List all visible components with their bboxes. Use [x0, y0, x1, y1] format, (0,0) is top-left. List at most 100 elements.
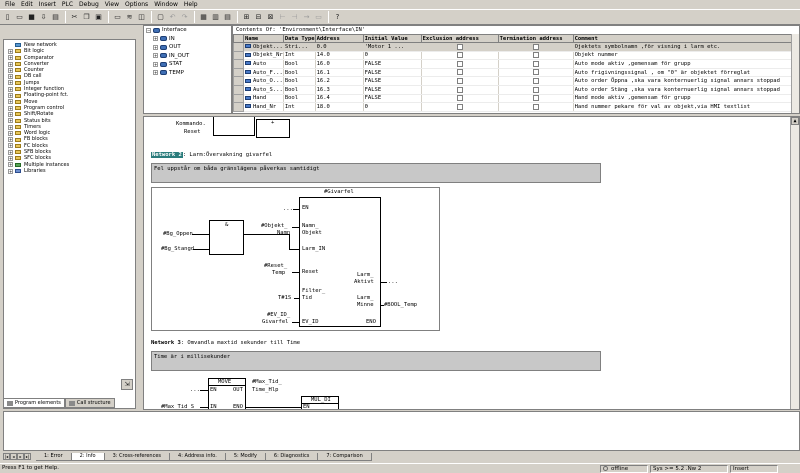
cell-data-type[interactable]: Int	[283, 102, 316, 112]
cut-icon[interactable]: ✂	[69, 12, 80, 23]
termination-checkbox[interactable]	[533, 69, 540, 76]
cell-name[interactable]: Hand	[243, 94, 284, 104]
prev-block[interactable]	[213, 117, 255, 136]
table-row[interactable]: Auto_O... Bool 16.2 FALSE Auto order Öppna ,…	[233, 76, 799, 86]
cell-initial-value[interactable]: FALSE	[363, 76, 422, 86]
out-larm-minne[interactable]: #BOOL_Temp	[384, 302, 417, 308]
exclusion-checkbox[interactable]	[457, 95, 464, 102]
column-initial-value[interactable]: Initial Value	[362, 34, 422, 43]
online-icon[interactable]: ≋	[124, 12, 135, 23]
column-exclusion-address[interactable]: Exclusion address	[420, 34, 499, 43]
expand-icon[interactable]: +	[8, 86, 13, 92]
menu-insert[interactable]: Insert	[36, 0, 59, 9]
column-comment[interactable]: Comment	[572, 34, 799, 43]
cell-name[interactable]: Auto_F...	[243, 68, 284, 78]
out-larm-aktivt[interactable]: ...	[388, 279, 398, 285]
givarfel-instance[interactable]: #Givarfel	[324, 189, 354, 195]
branch-open-icon[interactable]: ⊢	[277, 12, 288, 23]
cell-data-type[interactable]: Bool	[283, 59, 316, 69]
expand-icon[interactable]: +	[8, 130, 13, 136]
collapse-icon[interactable]: −	[146, 27, 151, 33]
undo-icon[interactable]: ↶	[167, 12, 178, 23]
cell-initial-value[interactable]: FALSE	[363, 68, 422, 78]
cell-name[interactable]: Objekt...	[243, 42, 284, 52]
exclusion-checkbox[interactable]	[457, 52, 464, 59]
expand-icon[interactable]: +	[8, 48, 13, 54]
tab-call-structure[interactable]: Call structure	[64, 398, 115, 408]
arg-ev-id-2[interactable]: Givarfel	[262, 319, 289, 325]
and-input-2[interactable]: #Bg_Stangd	[161, 246, 194, 252]
menu-plc[interactable]: PLC	[59, 0, 76, 9]
exclusion-checkbox[interactable]	[457, 77, 464, 84]
output-pane[interactable]	[3, 411, 800, 451]
expand-icon[interactable]: +	[8, 93, 13, 99]
interface-item[interactable]: + STAT	[144, 60, 231, 69]
interface-item[interactable]: + TEMP	[144, 69, 231, 78]
move-out-value[interactable]: #Max_Tid_	[252, 379, 282, 385]
network-3-header[interactable]: Network 3: Omvandla maxtid sekunder till…	[151, 340, 300, 346]
next-tab-icon[interactable]: ▸	[17, 453, 24, 460]
interface-item[interactable]: + IN	[144, 35, 231, 44]
termination-checkbox[interactable]	[533, 103, 540, 110]
expand-icon[interactable]: +	[153, 44, 158, 50]
row-header[interactable]	[233, 42, 244, 52]
contact-icon[interactable]: ⊟	[253, 12, 264, 23]
cell-initial-value[interactable]: FALSE	[363, 59, 422, 69]
cell-data-type[interactable]: Bool	[283, 85, 316, 95]
expand-icon[interactable]: +	[153, 61, 158, 67]
and-input-1[interactable]: #Bg_Oppen	[163, 231, 193, 237]
arg-objekt-namn-2[interactable]: Namn	[277, 230, 290, 236]
cell-comment[interactable]: Auto frigivningssignal , om "0" är objek…	[573, 68, 799, 78]
arg-reset-temp-2[interactable]: Temp	[272, 270, 285, 276]
print-icon[interactable]: ▤	[50, 12, 61, 23]
arg-objekt-namn[interactable]: #Objekt_	[261, 223, 288, 229]
table-scrollbar[interactable]	[791, 34, 799, 113]
cell-comment[interactable]: Auto order Stäng ,ska vara konternuerlig…	[573, 85, 799, 95]
termination-checkbox[interactable]	[533, 60, 540, 67]
exclusion-checkbox[interactable]	[457, 43, 464, 50]
termination-checkbox[interactable]	[533, 77, 540, 84]
prev-tab-icon[interactable]: ◂	[10, 453, 17, 460]
arg-reset-temp[interactable]: #Reset_	[264, 263, 287, 269]
termination-checkbox[interactable]	[533, 95, 540, 102]
table-row[interactable]: Objekt_Nr Int 14.0 0 Objekt nummer	[233, 50, 799, 61]
network-icon[interactable]: ⊞	[241, 12, 252, 23]
menu-edit[interactable]: Edit	[18, 0, 36, 9]
tab-cross-references[interactable]: 3: Cross-references	[104, 452, 171, 461]
column-termination-address[interactable]: Termination address	[497, 34, 574, 43]
row-header[interactable]	[233, 93, 244, 104]
first-tab-icon[interactable]: |◂	[3, 453, 10, 460]
cell-name[interactable]: Auto	[243, 59, 284, 69]
empty-box-icon[interactable]: ▭	[313, 12, 324, 23]
expand-icon[interactable]: +	[8, 67, 13, 73]
table-row[interactable]: Hand_Nr Int 18.0 0 Hand nummer pekare för va…	[233, 102, 799, 112]
arg-filter-tid[interactable]: T#1S	[278, 295, 291, 301]
branch-close-icon[interactable]: ⊣	[289, 12, 300, 23]
tab-info[interactable]: 2: Info	[71, 452, 105, 461]
table-row[interactable]: Auto Bool 16.0 FALSE Auto mode aktiv ,gemens…	[233, 59, 799, 69]
exclusion-checkbox[interactable]	[457, 86, 464, 93]
catalog-scroll-button[interactable]: ⇲	[121, 379, 133, 390]
editor-scrollbar[interactable]: ▲	[790, 117, 799, 409]
expand-icon[interactable]: +	[153, 36, 158, 42]
interface-root[interactable]: − Interface	[144, 26, 231, 35]
row-header[interactable]	[233, 102, 244, 112]
new-icon[interactable]: ▯	[2, 12, 13, 23]
interface-item[interactable]: + OUT	[144, 43, 231, 52]
help-icon[interactable]: ?	[332, 12, 343, 23]
expand-icon[interactable]: +	[153, 70, 158, 76]
accessible-nodes-icon[interactable]: ◫	[136, 12, 147, 23]
overview-icon[interactable]: ▦	[198, 12, 209, 23]
cell-name[interactable]: Auto_S...	[243, 85, 284, 95]
exclusion-checkbox[interactable]	[457, 103, 464, 110]
cell-data-type[interactable]: Bool	[283, 94, 316, 104]
interface-item[interactable]: + IN_OUT	[144, 52, 231, 61]
network-2-header[interactable]: Network 2: Larm:Övervakning givarfel	[151, 152, 272, 158]
cell-comment[interactable]: Auto order Öppna ,ska vara konternuerlig…	[573, 76, 799, 86]
last-tab-icon[interactable]: ▸|	[24, 453, 31, 460]
cell-initial-value[interactable]: 'Motor 1 ...	[363, 42, 422, 52]
table-row[interactable]: Hand Bool 16.4 FALSE Hand mode aktiv ,gemens…	[233, 93, 799, 104]
exclusion-checkbox[interactable]	[457, 60, 464, 67]
expand-icon[interactable]: +	[8, 80, 13, 86]
tab-comparison[interactable]: 7: Comparison	[318, 452, 372, 461]
